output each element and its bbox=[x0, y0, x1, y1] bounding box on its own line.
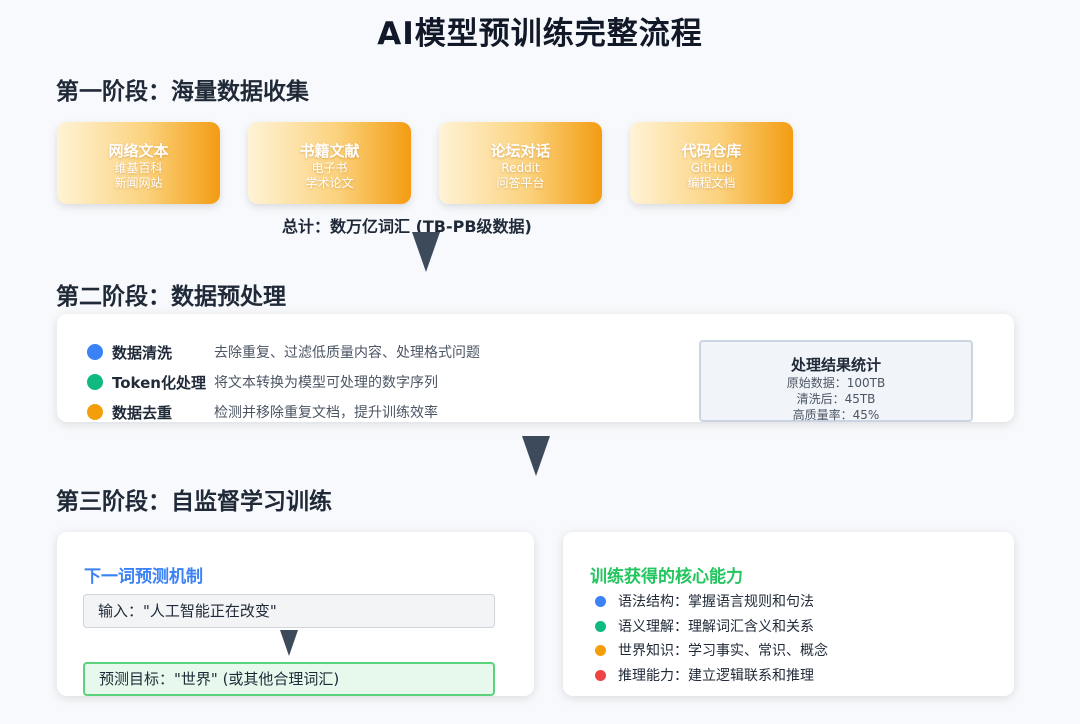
source-card-line: 编程文档 bbox=[687, 176, 736, 190]
stats-line: 高质量率：45% bbox=[792, 408, 880, 422]
stats-title: 处理结果统计 bbox=[790, 356, 881, 374]
capabilities-title: 训练获得的核心能力 bbox=[590, 567, 743, 587]
flow-arrow-down-icon bbox=[412, 232, 440, 272]
capability-item: 推理能力：建立逻辑联系和推理 bbox=[595, 665, 814, 685]
page-title: AI模型预训练完整流程 bbox=[377, 16, 703, 52]
preprocess-step: 数据去重 检测并移除重复文档，提升训练效率 bbox=[87, 401, 438, 423]
source-card-line: 学术论文 bbox=[305, 176, 354, 190]
step-desc: 将文本转换为模型可处理的数字序列 bbox=[214, 375, 438, 391]
step-name: Token化处理 bbox=[112, 373, 206, 392]
capability-item: 世界知识：学习事实、常识、概念 bbox=[595, 640, 828, 660]
stage1-title: 第一阶段：海量数据收集 bbox=[56, 79, 309, 105]
source-card-line: 维基百科 bbox=[114, 161, 163, 175]
capability-item: 语法结构：掌握语言规则和句法 bbox=[595, 591, 814, 611]
blue-dot-icon bbox=[595, 595, 606, 607]
prediction-target: 预测目标："世界" (或其他合理词汇) bbox=[83, 662, 495, 696]
prediction-input: 输入："人工智能正在改变" bbox=[83, 594, 495, 628]
source-card-line: 新闻网站 bbox=[114, 176, 163, 190]
capability-text: 世界知识：学习事实、常识、概念 bbox=[618, 643, 828, 659]
step-desc: 检测并移除重复文档，提升训练效率 bbox=[214, 405, 438, 421]
source-card-line: 电子书 bbox=[311, 161, 348, 175]
source-card-web-text: 网络文本 维基百科 新闻网站 bbox=[57, 122, 220, 204]
step-name: 数据清洗 bbox=[112, 343, 173, 362]
stage2-title: 第二阶段：数据预处理 bbox=[56, 284, 286, 310]
orange-dot-icon bbox=[595, 644, 606, 656]
arrow-down-icon bbox=[280, 630, 298, 656]
stats-line: 清洗后：45TB bbox=[796, 392, 876, 406]
green-dot-icon bbox=[87, 374, 103, 390]
source-card-name: 代码仓库 bbox=[681, 142, 742, 160]
source-card-line: 问答平台 bbox=[496, 176, 545, 190]
capability-text: 语义理解：理解词汇含义和关系 bbox=[618, 619, 814, 635]
stage3-title: 第三阶段：自监督学习训练 bbox=[56, 489, 332, 515]
source-card-name: 论坛对话 bbox=[490, 142, 551, 160]
capability-item: 语义理解：理解词汇含义和关系 bbox=[595, 616, 814, 636]
source-card-code: 代码仓库 GitHub 编程文档 bbox=[630, 122, 793, 204]
source-card-line: Reddit bbox=[501, 161, 540, 175]
preprocess-step: 数据清洗 去除重复、过滤低质量内容、处理格式问题 bbox=[87, 341, 480, 363]
green-dot-icon bbox=[595, 620, 606, 632]
capability-text: 语法结构：掌握语言规则和句法 bbox=[618, 594, 814, 610]
source-card-name: 书籍文献 bbox=[299, 142, 360, 160]
prediction-title: 下一词预测机制 bbox=[84, 567, 203, 587]
source-card-forums: 论坛对话 Reddit 问答平台 bbox=[439, 122, 602, 204]
data-total: 总计：数万亿词汇 (TB-PB级数据) bbox=[282, 217, 532, 236]
flow-arrow-down-icon bbox=[522, 436, 550, 476]
red-dot-icon bbox=[595, 669, 606, 681]
blue-dot-icon bbox=[87, 344, 103, 360]
step-desc: 去除重复、过滤低质量内容、处理格式问题 bbox=[214, 345, 480, 361]
step-name: 数据去重 bbox=[112, 403, 173, 422]
preprocess-step: Token化处理 将文本转换为模型可处理的数字序列 bbox=[87, 371, 438, 393]
preprocess-panel: 数据清洗 去除重复、过滤低质量内容、处理格式问题 Token化处理 将文本转换为… bbox=[57, 314, 1014, 422]
capability-text: 推理能力：建立逻辑联系和推理 bbox=[618, 668, 814, 684]
source-card-line: GitHub bbox=[690, 161, 733, 175]
capabilities-panel: 训练获得的核心能力 语法结构：掌握语言规则和句法 语义理解：理解词汇含义和关系 … bbox=[563, 532, 1014, 696]
stats-line: 原始数据：100TB bbox=[786, 376, 886, 390]
stats-box: 处理结果统计 原始数据：100TB 清洗后：45TB 高质量率：45% bbox=[699, 340, 973, 422]
source-card-name: 网络文本 bbox=[108, 142, 169, 160]
prediction-panel: 下一词预测机制 输入："人工智能正在改变" 预测目标："世界" (或其他合理词汇… bbox=[57, 532, 534, 696]
orange-dot-icon bbox=[87, 404, 103, 420]
source-card-books: 书籍文献 电子书 学术论文 bbox=[248, 122, 411, 204]
